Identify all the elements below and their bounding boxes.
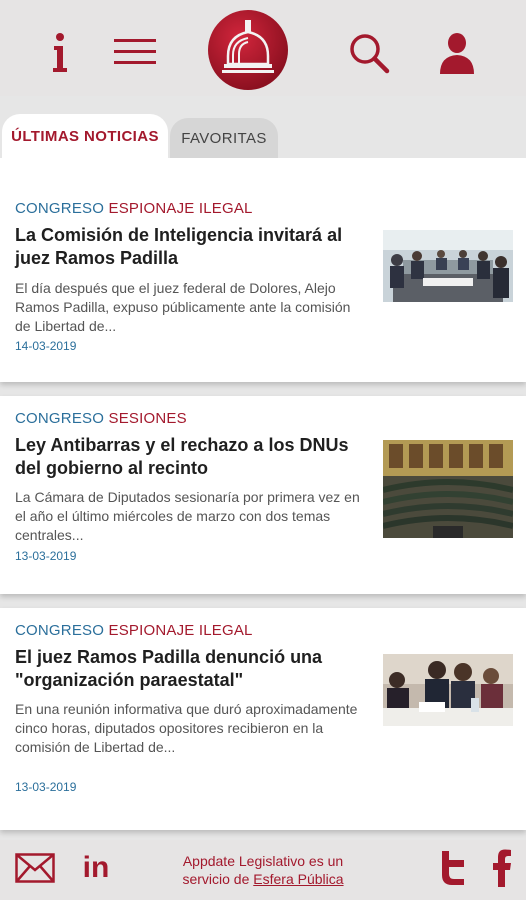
- news-title[interactable]: El juez Ramos Padilla denunció una "orga…: [15, 646, 365, 692]
- news-feed[interactable]: CONGRESO ESPIONAJE ILEGAL La Comisión de…: [0, 158, 526, 840]
- news-summary: En una reunión informativa que duró apro…: [15, 701, 358, 755]
- facebook-icon[interactable]: [490, 848, 514, 888]
- info-icon[interactable]: [40, 28, 80, 76]
- subcategory-label[interactable]: SESIONES: [109, 410, 187, 427]
- news-title[interactable]: La Comisión de Inteligencia invitará al …: [15, 224, 365, 270]
- linkedin-icon[interactable]: in: [78, 850, 114, 886]
- news-summary: La Cámara de Diputados sesionaría por pr…: [15, 489, 360, 543]
- news-date: 13-03-2019: [15, 549, 77, 563]
- credit-text: Appdate Legislativo es un servicio de Es…: [158, 852, 368, 888]
- category-line: CONGRESO ESPIONAJE ILEGAL: [15, 622, 253, 639]
- tab-latest-news[interactable]: ÚLTIMAS NOTICIAS: [2, 114, 168, 158]
- mail-icon[interactable]: [14, 852, 56, 884]
- news-thumbnail[interactable]: [383, 654, 513, 726]
- search-icon[interactable]: [346, 30, 392, 76]
- subcategory-label[interactable]: ESPIONAJE ILEGAL: [109, 200, 253, 217]
- category-label[interactable]: CONGRESO: [15, 622, 104, 639]
- news-thumbnail[interactable]: [383, 230, 513, 302]
- news-title[interactable]: Ley Antibarras y el rechazo a los DNUs d…: [15, 434, 365, 480]
- esfera-publica-link[interactable]: Esfera Pública: [253, 871, 343, 887]
- user-icon[interactable]: [436, 30, 478, 76]
- news-card[interactable]: CONGRESO ESPIONAJE ILEGAL La Comisión de…: [0, 158, 526, 382]
- twitter-icon[interactable]: [436, 848, 470, 888]
- subcategory-label[interactable]: ESPIONAJE ILEGAL: [109, 622, 253, 639]
- news-card[interactable]: CONGRESO ESPIONAJE ILEGAL El juez Ramos …: [0, 608, 526, 830]
- news-date: 14-03-2019: [15, 339, 77, 353]
- tab-favorites[interactable]: FAVORITAS: [170, 118, 278, 158]
- app-header: [0, 0, 526, 96]
- news-tabs: ÚLTIMAS NOTICIAS FAVORITAS: [0, 110, 526, 158]
- category-label[interactable]: CONGRESO: [15, 200, 104, 217]
- category-label[interactable]: CONGRESO: [15, 410, 104, 427]
- news-thumbnail[interactable]: [383, 440, 513, 538]
- hamburger-menu-icon[interactable]: [110, 30, 160, 74]
- news-summary: El día después que el juez federal de Do…: [15, 280, 351, 334]
- app-footer: in Appdate Legislativo es un servicio de…: [0, 840, 526, 900]
- congress-dome-logo[interactable]: [206, 8, 290, 92]
- news-card[interactable]: CONGRESO SESIONES Ley Antibarras y el re…: [0, 396, 526, 594]
- category-line: CONGRESO ESPIONAJE ILEGAL: [15, 200, 253, 217]
- news-date: 13-03-2019: [15, 780, 77, 794]
- category-line: CONGRESO SESIONES: [15, 410, 187, 427]
